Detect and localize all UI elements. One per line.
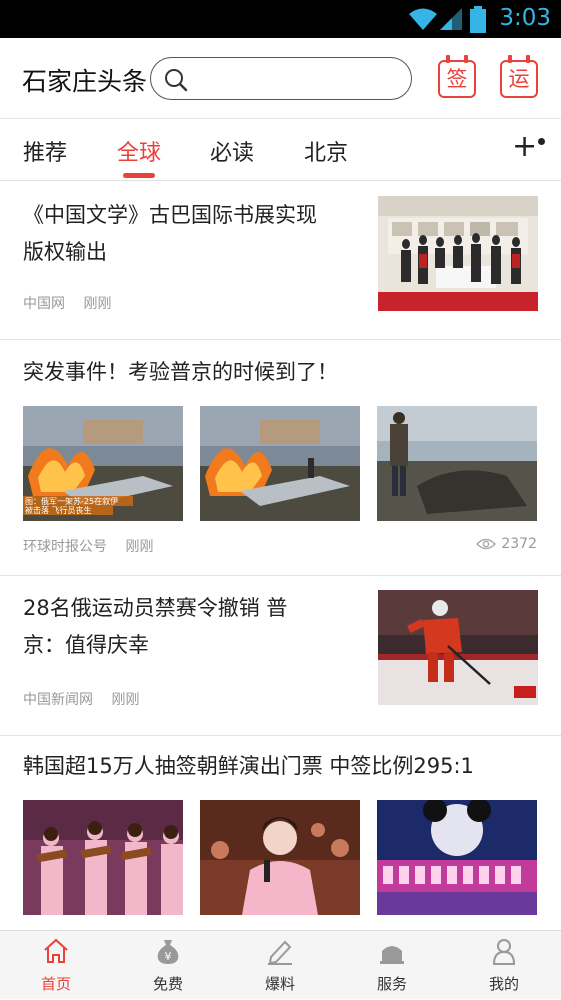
nav-tipoff[interactable]: 爆料 <box>224 931 336 1000</box>
nav-mine[interactable]: 我的 <box>448 931 560 1000</box>
clock-time: 3:03 <box>499 5 551 31</box>
tab-beijing[interactable]: 北京 <box>304 135 348 167</box>
news-image-crash-2[interactable] <box>200 406 360 521</box>
active-tab-indicator <box>123 173 155 178</box>
search-input[interactable] <box>150 57 412 100</box>
news-image-performance-2[interactable] <box>200 800 360 915</box>
bottom-nav: 首页 ¥ 免费 爆料 服务 我的 <box>0 930 561 999</box>
tab-global[interactable]: 全球 <box>117 135 161 167</box>
news-title: 韩国超15万人抽签朝鲜演出门票 中签比例295:1 <box>23 754 474 778</box>
edit-icon <box>268 940 292 965</box>
news-time: 刚刚 <box>125 539 154 555</box>
service-icon <box>380 946 404 964</box>
news-card[interactable]: 《中国文学》古巴国际书展实现 版权输出 中国网 刚刚 2413 <box>0 181 561 340</box>
image-caption: 图：俄军一架苏-25在叙伊 <box>25 496 118 506</box>
news-card[interactable]: 28名俄运动员禁赛令撤销 普 京：值得庆幸 中国新闻网 刚刚 2321 <box>0 576 561 736</box>
nav-free[interactable]: ¥ 免费 <box>112 931 224 1000</box>
eye-icon <box>476 538 497 550</box>
news-meta: 环球时报公号 刚刚 <box>23 536 167 556</box>
news-card[interactable]: 突发事件！考验普京的时候到了！ 图：俄军一架苏-25在叙伊 被击落 飞行员丧生 <box>0 340 561 576</box>
news-image-performance-3[interactable] <box>377 800 537 915</box>
fortune-label: 运 <box>500 60 538 98</box>
news-title: 突发事件！考验普京的时候到了！ <box>23 360 338 384</box>
news-card[interactable]: 韩国超15万人抽签朝鲜演出门票 中签比例295:1 <box>0 736 561 930</box>
news-image-crash-1[interactable]: 图：俄军一架苏-25在叙伊 被击落 飞行员丧生 <box>23 406 183 521</box>
news-title: 《中国文学》古巴国际书展实现 版权输出 <box>23 203 317 264</box>
tab-recommend[interactable]: 推荐 <box>23 135 67 167</box>
news-meta: 中国网 刚刚 <box>23 293 125 313</box>
fortune-button[interactable]: 运 <box>500 55 538 98</box>
wifi-icon <box>409 8 437 30</box>
view-count: 2372 <box>476 536 537 552</box>
news-source: 中国新闻网 <box>23 692 93 708</box>
home-icon <box>44 938 68 963</box>
money-bag-icon: ¥ <box>157 940 179 964</box>
news-source: 环球时报公号 <box>23 539 107 555</box>
nav-service[interactable]: 服务 <box>336 931 448 1000</box>
app-header: 石家庄头条 签 运 <box>0 38 561 118</box>
news-image-performance-1[interactable] <box>23 800 183 915</box>
news-source: 中国网 <box>23 296 65 312</box>
add-channel-button[interactable]: + <box>512 129 537 164</box>
nav-home[interactable]: 首页 <box>0 931 112 1000</box>
svg-text:¥: ¥ <box>165 950 172 963</box>
battery-icon <box>470 6 486 33</box>
sign-in-button[interactable]: 签 <box>438 55 476 98</box>
app-title: 石家庄头条 <box>22 67 148 96</box>
signal-icon <box>440 8 462 30</box>
user-icon <box>492 939 516 965</box>
sign-in-label: 签 <box>438 60 476 98</box>
news-time: 刚刚 <box>83 296 112 312</box>
news-title: 28名俄运动员禁赛令撤销 普 京：值得庆幸 <box>23 596 288 657</box>
news-image-hockey[interactable] <box>378 590 538 705</box>
news-image-crash-3[interactable] <box>377 406 537 521</box>
status-bar: 3:03 <box>0 0 561 38</box>
news-meta: 中国新闻网 刚刚 <box>23 689 153 709</box>
image-caption: 被击落 飞行员丧生 <box>25 505 92 515</box>
news-image-book-fair[interactable] <box>378 196 538 311</box>
channel-tabs: 推荐 全球 必读 北京 + <box>0 118 561 181</box>
news-time: 刚刚 <box>111 692 140 708</box>
search-icon <box>165 69 188 92</box>
tab-must-read[interactable]: 必读 <box>210 135 254 167</box>
new-indicator-dot <box>538 138 545 145</box>
